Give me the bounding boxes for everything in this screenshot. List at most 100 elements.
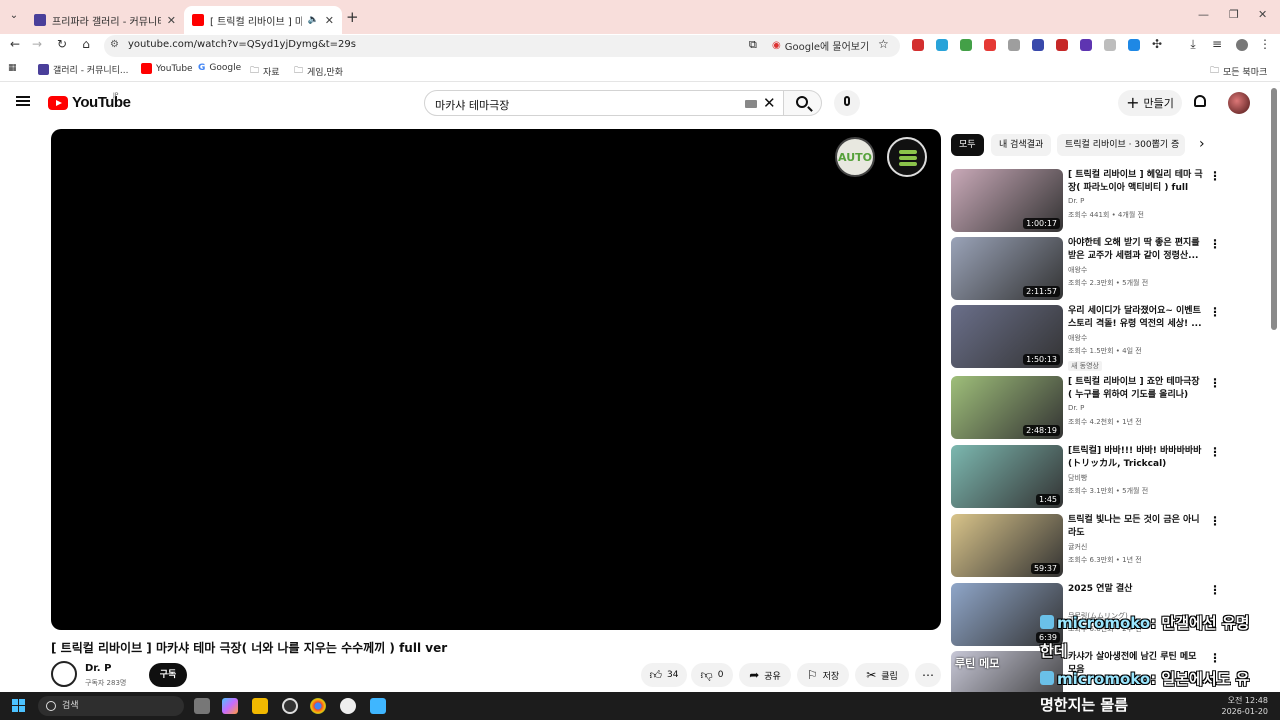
bookmark-folder-games[interactable]: 🗀 게임,만화: [294, 63, 343, 79]
player-menu-button[interactable]: [887, 137, 927, 177]
recommendation-channel[interactable]: 담비빵: [1068, 473, 1087, 483]
chip-topic[interactable]: 트릭컬 리바이브 · 300뽑기 증: [1057, 134, 1185, 156]
recommendation-title[interactable]: [트릭컬] 바바!!! 바바! 바바바바바 (トリッカル, Trickcal): [1068, 445, 1206, 471]
profile-avatar-icon[interactable]: [1236, 39, 1248, 51]
system-clock[interactable]: 오전 12:48 2026-01-20: [1222, 695, 1269, 717]
browser-menu-icon[interactable]: ⋮: [1256, 37, 1274, 51]
chip-my-results[interactable]: 내 검색결과: [991, 134, 1052, 156]
close-window-icon[interactable]: ✕: [1258, 8, 1267, 21]
new-tab-icon[interactable]: +: [346, 8, 359, 26]
task-view-icon[interactable]: [194, 698, 210, 714]
extension-icon[interactable]: [960, 39, 972, 51]
save-button[interactable]: ⚐ 저장: [797, 663, 849, 687]
tab-search-icon[interactable]: ⌄: [6, 8, 22, 24]
minimize-icon[interactable]: —: [1198, 8, 1209, 21]
more-vertical-icon[interactable]: ⋮: [1209, 514, 1221, 528]
account-avatar[interactable]: [1228, 92, 1250, 114]
recommendation-item[interactable]: 1:00:17 [ 트릭컬 리바이브 ] 헤일리 테마 극장( 파라노이아 액티비…: [951, 169, 1226, 233]
clip-button[interactable]: ✂ 클립: [855, 663, 909, 687]
download-icon[interactable]: ⤓: [1184, 37, 1202, 52]
more-vertical-icon[interactable]: ⋮: [1209, 237, 1221, 251]
app-icon[interactable]: [340, 698, 356, 714]
like-button[interactable]: 👍︎ 34: [641, 663, 687, 687]
extension-icon[interactable]: [936, 39, 948, 51]
recommendation-channel[interactable]: Dr. P: [1068, 404, 1084, 412]
auto-play-button[interactable]: AUTO: [835, 137, 875, 177]
recommendation-title[interactable]: [ 트릭컬 리바이브 ] 헤일리 테마 극장( 파라노이아 액티비티 ) ful…: [1068, 169, 1206, 196]
recommendation-item[interactable]: 2:11:57 아야한테 오해 받기 딱 좋은 편지를 받은 교주가 세렴과 같이…: [951, 237, 1226, 301]
taskbar-search[interactable]: 검색: [38, 696, 184, 716]
video-thumbnail[interactable]: 2:11:57: [951, 237, 1063, 300]
restore-icon[interactable]: ❐: [1229, 8, 1239, 21]
browser-tab-2[interactable]: [ 트릭컬 리바이브 ] 마카샤 🔈 ✕: [184, 6, 342, 34]
voice-search-button[interactable]: [834, 90, 860, 116]
file-explorer-icon[interactable]: [252, 698, 268, 714]
more-vertical-icon[interactable]: ⋮: [1209, 445, 1221, 459]
back-icon[interactable]: ←: [6, 37, 24, 51]
home-icon[interactable]: ⌂: [77, 37, 95, 51]
apps-icon[interactable]: ▦: [8, 63, 17, 73]
more-actions-button[interactable]: ⋯: [915, 663, 941, 687]
recommendation-title[interactable]: 트릭컬 빛나는 모든 것이 금은 아니라도: [1068, 514, 1206, 540]
extension-icon[interactable]: [1128, 39, 1140, 51]
recommendation-channel[interactable]: 귤커신: [1068, 542, 1087, 552]
recommendation-item[interactable]: 59:37 트릭컬 빛나는 모든 것이 금은 아니라도 귤커신 조회수 6.3만회 •…: [951, 514, 1226, 578]
video-thumbnail[interactable]: 1:00:17: [951, 169, 1063, 232]
recommendation-title[interactable]: 우리 세이디가 달라졌어요~ 이벤트 스토리 격돌! 유령 역전의 세상! ..…: [1068, 305, 1206, 331]
cast-icon[interactable]: ⧉: [749, 38, 757, 52]
bookmark-star-icon[interactable]: ☆: [878, 37, 889, 51]
recommendation-item[interactable]: 1:45 [트릭컬] 바바!!! 바바! 바바바바바 (トリッカル, Trickc…: [951, 445, 1226, 509]
recommendation-channel[interactable]: 애왕수: [1068, 333, 1087, 343]
bookmark-youtube[interactable]: YouTube: [141, 63, 193, 74]
keyboard-icon[interactable]: [745, 100, 757, 108]
bookmark-gallery[interactable]: 갤러리 - 커뮤니티...: [38, 63, 129, 76]
search-input[interactable]: 마카샤 테마극장 ✕: [424, 90, 784, 116]
recommendation-title[interactable]: [ 트릭컬 리바이브 ] 죠안 테마극장 ( 누구를 위하여 기도를 올리나) …: [1068, 376, 1206, 403]
reload-icon[interactable]: ↻: [53, 37, 71, 51]
extensions-puzzle-icon[interactable]: ✣: [1148, 37, 1166, 51]
address-bar[interactable]: ⚙ youtube.com/watch?v=QSyd1yjDymg&t=29s …: [104, 35, 900, 57]
chevron-right-icon[interactable]: ›: [1199, 136, 1205, 152]
close-tab-icon[interactable]: ✕: [167, 14, 176, 27]
close-tab-icon[interactable]: ✕: [325, 14, 334, 27]
more-vertical-icon[interactable]: ⋮: [1209, 376, 1221, 390]
extension-icon[interactable]: [912, 39, 924, 51]
site-info-icon[interactable]: ⚙: [110, 39, 119, 50]
bookmark-google[interactable]: G Google: [198, 63, 241, 73]
video-thumbnail[interactable]: 1:45: [951, 445, 1063, 508]
windows-start-icon[interactable]: [12, 699, 26, 713]
more-vertical-icon[interactable]: ⋮: [1209, 169, 1221, 183]
app-icon[interactable]: [370, 698, 386, 714]
clear-search-icon[interactable]: ✕: [763, 94, 776, 112]
all-bookmarks[interactable]: 🗀 모든 북마크: [1210, 63, 1267, 79]
search-button[interactable]: [784, 90, 822, 116]
chrome-icon[interactable]: [310, 698, 326, 714]
video-thumbnail[interactable]: 59:37: [951, 514, 1063, 577]
recommendation-item[interactable]: 2:48:19 [ 트릭컬 리바이브 ] 죠안 테마극장 ( 누구를 위하여 기도…: [951, 376, 1226, 440]
reading-list-icon[interactable]: ≡: [1208, 37, 1226, 51]
video-thumbnail[interactable]: 1:50:13: [951, 305, 1063, 368]
extension-icon[interactable]: [1104, 39, 1116, 51]
browser-tab-1[interactable]: 프리파라 갤러리 - 커뮤니티 포 ✕: [26, 6, 184, 34]
notifications-button[interactable]: [1192, 94, 1208, 112]
page-scrollbar[interactable]: [1271, 88, 1277, 330]
extension-icon[interactable]: [1080, 39, 1092, 51]
forward-icon[interactable]: →: [28, 37, 46, 51]
google-lens-button[interactable]: ◉ Google에 물어보기: [772, 38, 869, 53]
copilot-icon[interactable]: [222, 698, 238, 714]
dislike-button[interactable]: 👎︎ 0: [691, 663, 733, 687]
recommendation-channel[interactable]: 애왕수: [1068, 265, 1087, 275]
more-vertical-icon[interactable]: ⋮: [1209, 583, 1221, 597]
chip-all[interactable]: 모두: [951, 134, 984, 156]
guide-menu-icon[interactable]: [16, 96, 30, 106]
more-vertical-icon[interactable]: ⋮: [1209, 305, 1221, 319]
app-icon[interactable]: [282, 698, 298, 714]
recommendation-title[interactable]: 2025 연말 결산: [1068, 583, 1206, 596]
speaker-icon[interactable]: 🔈: [308, 15, 319, 25]
create-button[interactable]: + 만들기: [1118, 90, 1182, 116]
video-thumbnail[interactable]: 2:48:19: [951, 376, 1063, 439]
extension-icon[interactable]: [1056, 39, 1068, 51]
video-player[interactable]: AUTO: [51, 129, 941, 630]
bookmark-folder-materials[interactable]: 🗀 자료: [250, 63, 280, 79]
recommendation-title[interactable]: 아야한테 오해 받기 딱 좋은 편지를 받은 교주가 세렴과 같이 정령산...: [1068, 237, 1206, 263]
